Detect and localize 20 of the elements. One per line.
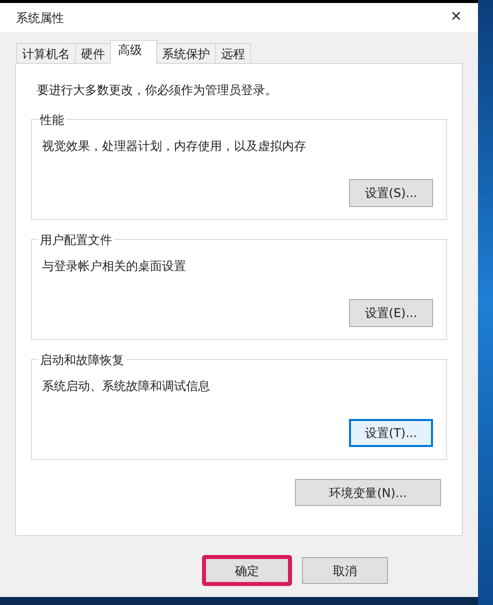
group-title: 性能	[38, 111, 66, 129]
notice-text: 要进行大多数更改，你必须作为管理员登录。	[37, 82, 278, 99]
tab[interactable]: 高级	[110, 40, 157, 64]
close-button[interactable]: ✕	[446, 7, 466, 28]
tab[interactable]: 计算机名	[16, 43, 76, 63]
group-title: 启动和故障恢复	[38, 351, 126, 369]
group-description: 与登录帐户相关的桌面设置	[42, 258, 187, 275]
ok-button[interactable]: 确定	[202, 555, 292, 586]
group-description: 视觉效果，处理器计划，内存使用，以及虚拟内存	[42, 138, 307, 155]
group-title: 用户配置文件	[38, 231, 114, 249]
tab[interactable]: 远程	[215, 43, 251, 63]
tab[interactable]: 系统保护	[156, 43, 216, 63]
settings-button[interactable]: 设置(T)...	[349, 419, 433, 447]
tab[interactable]: 硬件	[75, 43, 111, 63]
window-title: 系统属性	[16, 10, 64, 26]
settings-button[interactable]: 设置(E)...	[349, 299, 433, 327]
environment-variables-button[interactable]: 环境变量(N)...	[295, 479, 441, 506]
cancel-button[interactable]: 取消	[302, 557, 388, 584]
settings-button[interactable]: 设置(S)...	[349, 179, 433, 207]
group-description: 系统启动、系统故障和调试信息	[42, 378, 211, 395]
